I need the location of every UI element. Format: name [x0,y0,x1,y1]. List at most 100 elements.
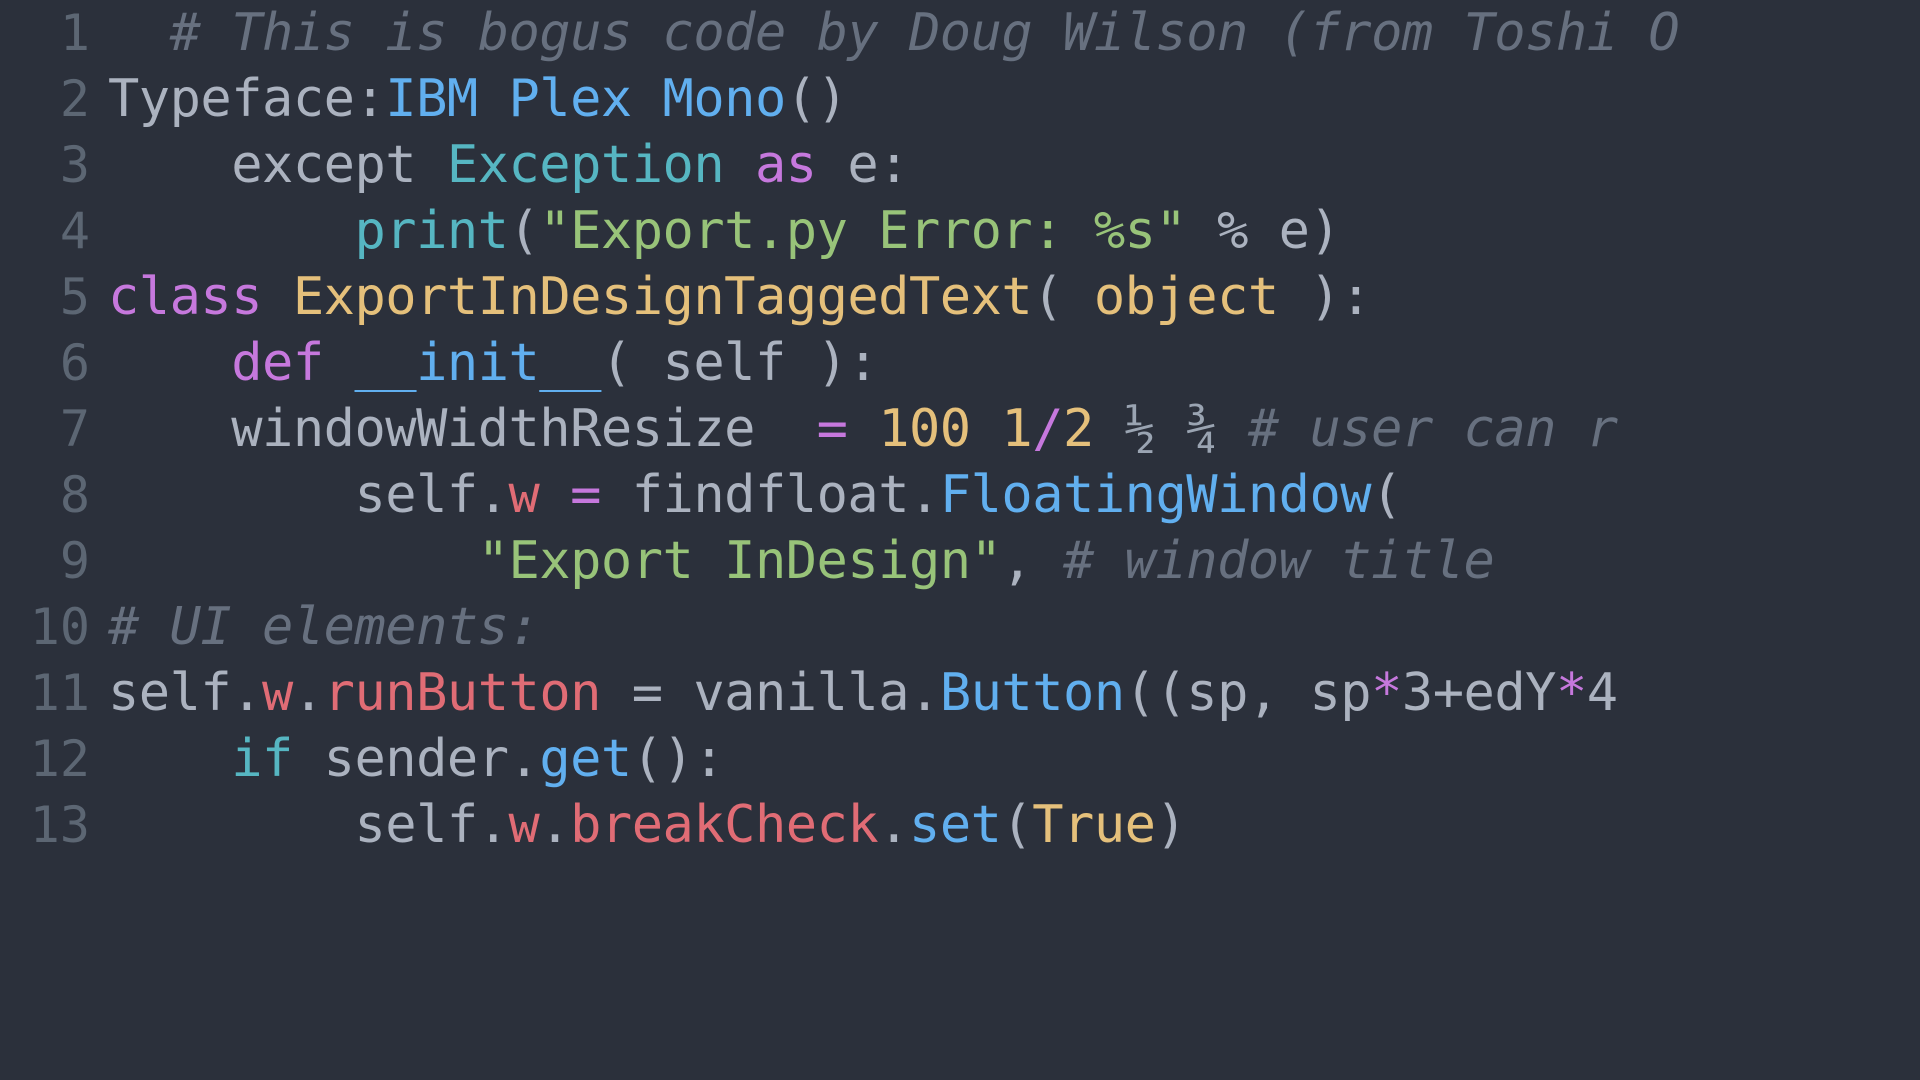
line-content[interactable]: except Exception as e: [108,132,909,198]
line-content[interactable]: # UI elements: [108,594,540,660]
token-function: get [539,729,632,789]
token-punct: ) [1155,795,1187,855]
token-property: breakCheck [570,795,879,855]
token-default [324,333,355,393]
token-punct: ( [1371,465,1402,525]
token-keyword: as [754,135,817,195]
line-number: 9 [59,532,90,590]
token-operator: / [1032,399,1064,459]
line-content[interactable]: "Export InDesign", # window title [108,528,1495,594]
line-number: 2 [59,70,90,128]
token-fraction: ½ ¾ [1124,399,1218,459]
code-editor[interactable]: 1 # This is bogus code by Doug Wilson (f… [0,0,1920,1080]
token-function: IBM Plex Mono [385,69,786,129]
token-default [262,267,293,327]
token-builtin: if [231,729,293,789]
code-line[interactable]: 5 class ExportInDesignTaggedText( object … [0,264,1920,330]
code-viewport[interactable]: 1 # This is bogus code by Doug Wilson (f… [0,0,1920,1080]
token-default: sender. [292,729,540,789]
token-default [847,399,878,459]
token-default [539,465,570,525]
token-default: . [539,795,571,855]
token-property: runButton [323,663,602,723]
token-builtin: Exception [446,135,725,195]
code-line[interactable]: 8 self.w = findfloat.FloatingWindow( [0,462,1920,528]
token-punct: () [785,69,848,129]
line-content[interactable]: self.w = findfloat.FloatingWindow( [108,462,1402,528]
token-default [108,729,231,789]
line-number: 7 [59,400,90,458]
code-line[interactable]: 4 print("Export.py Error: %s" % e) [0,198,1920,264]
line-number: 11 [29,664,90,722]
code-line[interactable]: 12 if sender.get(): [0,726,1920,792]
line-number: 4 [59,202,90,260]
token-keyword: def [231,333,324,393]
token-number: 2 [1063,399,1094,459]
token-default: windowWidthResize [108,399,817,459]
token-property: w [508,465,540,525]
token-comment: # user can r [1247,399,1618,459]
token-default: self. [108,795,509,855]
token-default: = vanilla. [600,663,941,723]
token-default: 4 [1586,663,1618,723]
token-punct: ): [1278,267,1372,327]
token-number: 100 [878,399,971,459]
token-class_name: object [1093,267,1279,327]
line-number: 1 [59,4,90,62]
line-content[interactable]: class ExportInDesignTaggedText( object )… [108,264,1372,330]
token-string: "Export InDesign" [477,531,1002,591]
token-default [108,531,478,591]
token-function: __init__ [354,333,601,393]
line-content[interactable]: print("Export.py Error: %s" % e) [108,198,1340,264]
token-function: Button [939,663,1125,723]
line-content[interactable]: Typeface:IBM Plex Mono() [108,66,848,132]
line-content[interactable]: # This is bogus code by Doug Wilson (fro… [108,0,1680,66]
token-default: % e) [1186,201,1341,261]
token-default: self. [108,465,509,525]
code-line[interactable]: 1 # This is bogus code by Doug Wilson (f… [0,0,1920,66]
token-default: findfloat. [600,465,941,525]
code-line[interactable]: 3 except Exception as e: [0,132,1920,198]
token-operator: * [1371,663,1402,723]
token-class_name: True [1032,795,1156,855]
line-number: 8 [59,466,90,524]
token-default: Typeface: [108,69,386,129]
code-line[interactable]: 10 # UI elements: [0,594,1920,660]
code-line[interactable]: 2 Typeface:IBM Plex Mono() [0,66,1920,132]
code-line[interactable]: 6 def __init__( self ): [0,330,1920,396]
code-line[interactable]: 9 "Export InDesign", # window title [0,528,1920,594]
token-default [108,333,231,393]
token-default: . [878,795,910,855]
line-content[interactable]: self.w.runButton = vanilla.Button((sp, s… [108,660,1618,726]
token-punct: ( [1032,267,1094,327]
token-default: 3+edY [1401,663,1557,723]
token-property: w [508,795,540,855]
token-property: w [262,663,293,723]
token-number: 1 [1001,399,1033,459]
token-default: self. [108,663,263,723]
token-function: FloatingWindow [939,465,1372,525]
token-default: (): [631,729,725,789]
token-comment: # window title [1063,531,1495,591]
line-number: 5 [59,268,90,326]
token-default: e: [816,135,909,195]
token-default [724,135,755,195]
token-comment: # This is bogus code by Doug Wilson (fro… [169,3,1680,63]
line-content[interactable]: self.w.breakCheck.set(True) [108,792,1186,858]
token-string: "Export.py Error: %s" [539,201,1187,261]
code-line[interactable]: 13 self.w.breakCheck.set(True) [0,792,1920,858]
line-content[interactable]: def __init__( self ): [108,330,878,396]
code-line[interactable]: 11 self.w.runButton = vanilla.Button((sp,… [0,660,1920,726]
token-comment: # UI elements: [108,597,540,657]
line-number: 6 [59,334,90,392]
line-content[interactable]: if sender.get(): [108,726,724,792]
line-number: 12 [29,730,90,788]
token-default: ((sp, sp [1124,663,1372,723]
line-content[interactable]: windowWidthResize = 100 1/2 ½ ¾ # user c… [108,396,1618,462]
token-builtin: print [354,201,509,261]
token-default [108,201,354,261]
token-default [1094,399,1125,459]
token-keyword: class [108,267,263,327]
token-operator: * [1555,663,1587,723]
code-line[interactable]: 7 windowWidthResize = 100 1/2 ½ ¾ # user… [0,396,1920,462]
